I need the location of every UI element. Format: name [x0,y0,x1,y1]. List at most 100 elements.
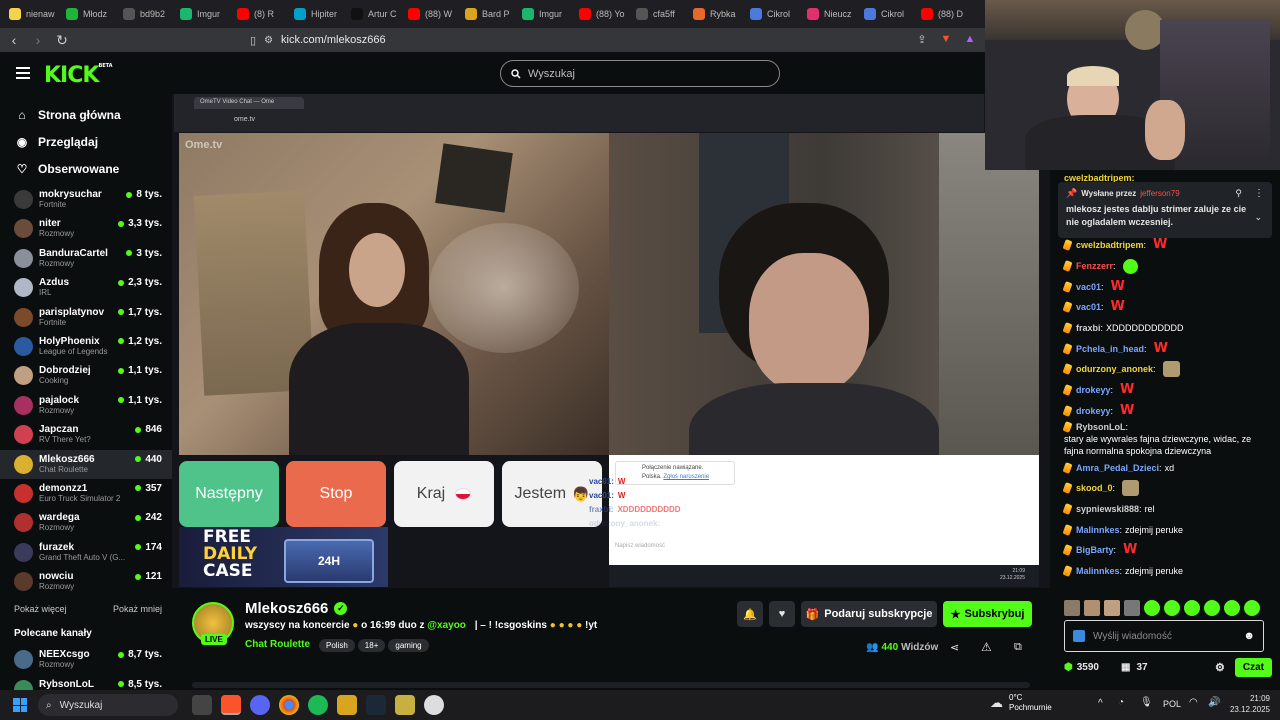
stream-tag[interactable]: Polish [319,639,355,652]
gender-button[interactable]: Jestem 👦 [502,461,602,527]
share-icon[interactable]: ⇪ [915,32,929,46]
emote-icon[interactable] [1144,600,1160,616]
next-button[interactable]: Następny [179,461,279,527]
spotify-icon[interactable] [308,695,328,715]
chat-message[interactable]: cwelzbadtripem: W [1050,235,1280,256]
channel-item[interactable]: furazek Grand Theft Auto V (G... 174 [0,538,172,567]
chat-message[interactable]: odurzony_anonek: [1050,359,1280,380]
more-options-icon[interactable]: ⋮ [1254,188,1264,199]
chat-username[interactable]: sypniewski888 [1076,503,1139,515]
channel-item[interactable]: nowciu Rozmowy 121 [0,567,172,596]
steam-icon[interactable] [366,695,386,715]
show-more-link[interactable]: Pokaż więcej [14,604,67,614]
wifi-icon[interactable]: ◠ [1189,697,1198,708]
brave-icon[interactable] [221,695,241,715]
browser-tab[interactable]: Nieucz [802,3,859,25]
tray-icon[interactable]: ◔ [1118,697,1124,708]
back-icon[interactable]: ‹ [4,30,24,50]
emote-icon[interactable] [1204,600,1220,616]
chat-message[interactable]: sypniewski888: rel [1050,499,1280,520]
channel-item[interactable]: pajalock Rozmowy 1,1 tys. [0,391,172,420]
chat-username[interactable]: fraxbi [1076,322,1101,334]
rewards-icon[interactable]: ▲ [963,32,977,46]
channel-item[interactable]: niter Rozmowy 3,3 tys. [0,214,172,243]
gift-count[interactable]: 37 [1136,662,1147,673]
taskbar-clock[interactable]: 21:09 23.12.2025 [1226,693,1270,715]
channel-item[interactable]: NEEXcsgo Rozmowy 8,7 tys. [0,645,172,674]
emoji-icon[interactable]: ☻ [1243,630,1255,642]
kick-logo[interactable]: KICKBETA [44,63,113,88]
unpin-icon[interactable]: ⚲ [1235,188,1242,199]
weather-widget[interactable]: ☁ 0°C Pochmurnie [990,693,1052,713]
chat-message[interactable]: Amra_Pedal_Dzieci: xd [1050,457,1280,478]
chat-message[interactable]: Pchela_in_head: W [1050,338,1280,359]
browser-tab[interactable]: Bard P [460,3,517,25]
chat-username[interactable]: drokeyy [1076,384,1111,396]
emote-icon[interactable] [1224,600,1240,616]
bookmark-icon[interactable]: ▯ [250,34,256,47]
chat-message[interactable]: BigBarty: W [1050,540,1280,561]
chevron-down-icon[interactable]: ⌄ [1254,212,1262,223]
chevron-up-icon[interactable]: ^ [1098,698,1103,709]
chat-username[interactable]: Pchela_in_head [1076,343,1144,355]
channel-item[interactable]: HolyPhoenix League of Legends 1,2 tys. [0,332,172,361]
stream-tag[interactable]: gaming [388,639,429,652]
url-field[interactable]: ▯ ⚙ kick.com/mlekosz666 [250,31,910,49]
chat-message[interactable]: drokeyy: W [1050,401,1280,422]
channel-item[interactable]: wardega Rozmowy 242 [0,508,172,537]
show-less-link[interactable]: Pokaż mniej [113,604,162,614]
chat-message[interactable]: vac01: W [1050,297,1280,318]
microphone-icon[interactable]: 🎙 [1140,697,1153,708]
search-input[interactable]: Wyszukaj [500,60,780,87]
app-icon[interactable] [424,695,444,715]
chat-message[interactable]: RybsonLoL: stary ale wywrales fajna dziew… [1050,421,1280,457]
settings-icon[interactable]: ⚙ [1215,661,1225,674]
menu-icon[interactable] [16,67,30,79]
browser-tab[interactable]: (88) Yo [574,3,631,25]
emote-icon[interactable] [1244,600,1260,616]
browser-tab[interactable]: bd9b2 [118,3,175,25]
taskbar-search[interactable]: ⌕ Wyszukaj [38,694,178,716]
brave-shield-icon[interactable]: ▼ [939,32,953,46]
chat-message[interactable]: Malinnkes: zdejmij peruke [1050,561,1280,582]
browser-tab[interactable]: (88) W [403,3,460,25]
language-indicator[interactable]: POL [1163,699,1181,709]
mention-link[interactable]: @xayoo [427,620,466,631]
browser-tab[interactable]: nienaw [4,3,61,25]
channel-item[interactable]: Mlekosz666 Chat Roulette 440 [0,449,172,479]
chat-username[interactable]: drokeyy [1076,405,1111,417]
browser-tab[interactable]: cfa5ff [631,3,688,25]
app-icon[interactable] [337,695,357,715]
browser-tab[interactable]: (8) R [232,3,289,25]
gift-subs-button[interactable]: 🎁 Podaruj subskrypcje [801,601,937,627]
streamer-name[interactable]: Mlekosz666 [245,600,328,617]
follow-heart-button[interactable]: ♥ [769,601,795,627]
nav-item[interactable]: ⌂ Strona główna [0,101,172,128]
chat-message[interactable]: skood_0: [1050,478,1280,499]
channel-item[interactable]: mokrysuchar Fortnite 8 tys. [0,185,172,214]
emote-icon[interactable] [1104,600,1120,616]
emote-icon[interactable] [1184,600,1200,616]
category-link[interactable]: Chat Roulette [245,639,310,650]
volume-icon[interactable]: 🔊 [1208,697,1220,708]
chat-username[interactable]: cwelzbadtripem [1076,239,1144,251]
chat-username[interactable]: RybsonLoL [1076,421,1126,433]
chat-username[interactable]: vac01 [1076,281,1101,293]
report-icon[interactable]: ⚠ [981,640,992,654]
chrome-icon[interactable] [279,695,299,715]
subscribe-button[interactable]: ★ Subskrybuj [943,601,1032,627]
chat-username[interactable]: Amra_Pedal_Dzieci [1076,462,1159,474]
site-settings-icon[interactable]: ⚙ [264,35,273,46]
chat-send-button[interactable]: Czat [1234,657,1272,677]
country-button[interactable]: Kraj [394,461,494,527]
browser-tab[interactable]: Młodz [61,3,118,25]
discord-icon[interactable] [250,695,270,715]
emote-icon[interactable] [1064,600,1080,616]
emote-icon[interactable] [1124,600,1140,616]
nav-item[interactable]: ◉ Przeglądaj [0,128,172,155]
browser-tab[interactable]: Cikrol [859,3,916,25]
browser-tab[interactable]: Imgur [517,3,574,25]
chat-username[interactable]: skood_0 [1076,482,1113,494]
notification-bell-button[interactable]: 🔔 [737,601,763,627]
app-icon[interactable] [395,695,415,715]
